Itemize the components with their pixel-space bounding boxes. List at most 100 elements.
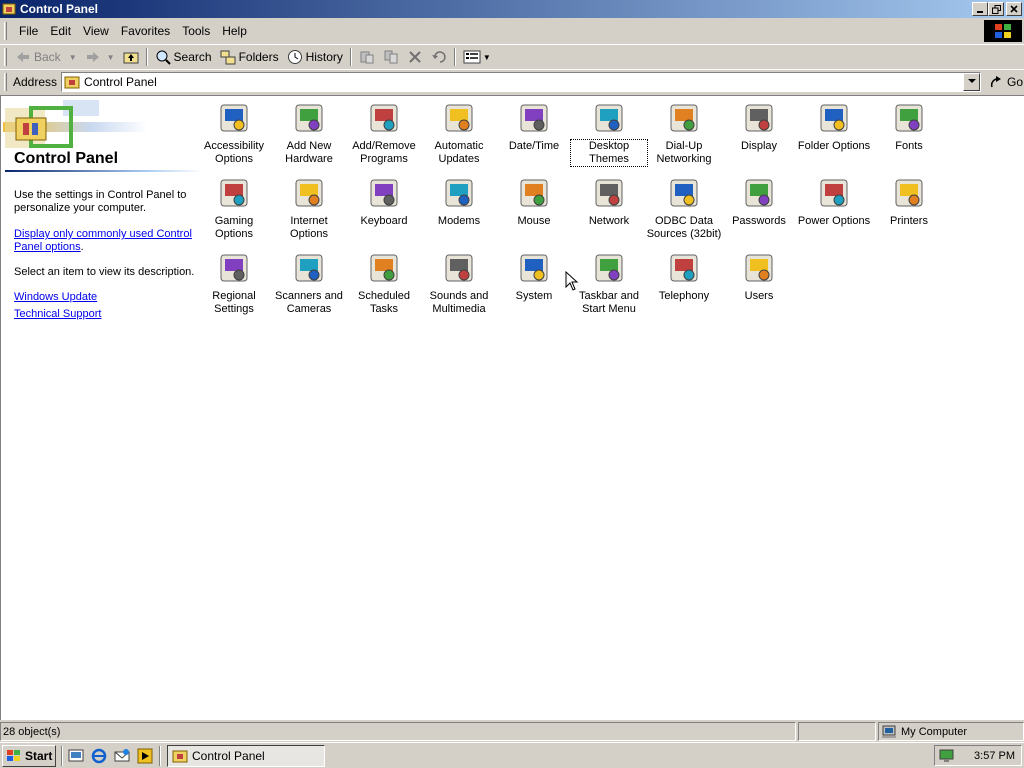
media-player-icon [137,748,153,763]
title-bar[interactable]: Control Panel [0,0,1024,18]
cp-item-label: Keyboard [360,215,408,227]
cp-item-gaming-options[interactable]: Gaming Options [196,176,272,241]
minimize-button[interactable] [972,2,988,16]
common-options-link[interactable]: Display only commonly used Control Panel… [14,228,192,253]
toolbar-separator [453,48,456,66]
windows-flag-icon [995,24,1011,38]
cp-item-desktop-themes[interactable]: Desktop Themes [570,101,648,167]
cp-item-label: Add/Remove Programs [352,140,416,165]
cp-item-users[interactable]: Users [721,251,797,303]
move-to-button[interactable] [355,46,379,68]
forward-dropdown-icon[interactable]: ▼ [107,53,115,62]
menu-edit[interactable]: Edit [44,24,77,38]
gaming-options-icon [220,179,248,207]
pane-divider [5,170,203,172]
menubar-grip[interactable] [4,22,7,40]
toolbar-grip[interactable] [4,48,7,66]
display-icon [745,104,773,132]
start-button[interactable]: Start [2,744,56,767]
cp-item-internet-options[interactable]: Internet Options [271,176,347,241]
cp-item-system[interactable]: System [496,251,572,303]
technical-support-link[interactable]: Technical Support [14,308,101,321]
windows-update-link[interactable]: Windows Update [14,291,97,304]
cp-item-power-options[interactable]: Power Options [796,176,872,228]
undo-button[interactable] [427,46,451,68]
cp-item-fonts[interactable]: Fonts [871,101,947,153]
menu-file[interactable]: File [13,24,44,38]
cp-item-dialup-networking[interactable]: Dial-Up Networking [646,101,722,166]
control-panel-icon [2,3,16,15]
cp-item-label: Passwords [732,215,786,227]
search-button[interactable]: Search [151,46,216,68]
restore-button[interactable] [988,2,1004,16]
cp-item-sounds-multimedia[interactable]: Sounds and Multimedia [421,251,497,316]
cp-item-automatic-updates[interactable]: Automatic Updates [421,101,497,166]
cp-item-label: Printers [890,215,928,227]
copy-to-button[interactable] [379,46,403,68]
go-arrow-icon [990,75,1002,87]
taskbar-separator [159,745,161,766]
menu-favorites[interactable]: Favorites [115,24,176,38]
cp-item-label: Add New Hardware [285,140,333,165]
close-button[interactable] [1006,2,1022,16]
address-field[interactable]: Control Panel [61,71,982,92]
cp-item-regional-settings[interactable]: Regional Settings [196,251,272,316]
address-dropdown-button[interactable] [963,72,981,91]
history-button[interactable]: History [283,46,347,68]
folder-options-icon [820,104,848,132]
cp-item-printers[interactable]: Printers [871,176,947,228]
forward-button[interactable]: ▼ [81,46,119,68]
my-computer-icon [882,725,896,738]
search-icon [156,50,171,65]
menu-tools[interactable]: Tools [176,24,216,38]
address-value: Control Panel [84,74,157,89]
address-grip[interactable] [4,72,7,91]
cp-item-keyboard[interactable]: Keyboard [346,176,422,228]
cp-item-label: Mouse [517,215,551,227]
toolbar-separator [349,48,352,66]
cp-item-scanners-cameras[interactable]: Scanners and Cameras [271,251,347,316]
cp-item-date-time[interactable]: Date/Time [496,101,572,153]
cp-item-odbc[interactable]: ODBC Data Sources (32bit) [646,176,722,241]
back-button[interactable]: Back ▼ [11,46,81,68]
back-dropdown-icon[interactable]: ▼ [69,53,77,62]
cp-item-folder-options[interactable]: Folder Options [796,101,872,153]
delete-button[interactable] [403,46,427,68]
clock[interactable]: 3:57 PM [974,750,1015,762]
cp-item-display[interactable]: Display [721,101,797,153]
menu-help[interactable]: Help [216,24,253,38]
cp-item-label: Taskbar and Start Menu [579,290,639,315]
quicklaunch-show-desktop[interactable] [66,746,86,766]
info-pane: Control Panel Use the settings in Contro… [1,96,203,336]
odbc-icon [670,179,698,207]
cp-item-add-hardware[interactable]: Add New Hardware [271,101,347,166]
taskbar-button-control-panel[interactable]: Control Panel [167,744,325,767]
views-button[interactable]: ▼ [459,46,495,68]
address-bar: Address Control Panel Go [0,69,1024,93]
chevron-down-icon [967,79,976,83]
status-object-count: 28 object(s) [0,722,796,741]
cp-item-mouse[interactable]: Mouse [496,176,572,228]
cp-item-accessibility[interactable]: Accessibility Options [196,101,272,166]
cp-item-taskbar-start-menu[interactable]: Taskbar and Start Menu [571,251,647,316]
pane-description: Use the settings in Control Panel to per… [14,189,187,214]
menu-view[interactable]: View [77,24,115,38]
cp-item-passwords[interactable]: Passwords [721,176,797,228]
quicklaunch-media-player[interactable] [135,746,155,766]
go-button[interactable]: Go [989,75,1023,89]
up-button[interactable] [119,46,143,68]
cp-item-modems[interactable]: Modems [421,176,497,228]
views-dropdown-icon[interactable]: ▼ [483,53,491,62]
cp-item-add-remove-programs[interactable]: Add/Remove Programs [346,101,422,166]
taskbar-start-menu-icon [595,254,623,282]
network-status-icon[interactable] [939,749,955,763]
cp-item-network[interactable]: Network [571,176,647,228]
cp-item-label: Power Options [797,215,871,227]
cp-item-telephony[interactable]: Telephony [646,251,722,303]
folders-icon [220,50,236,65]
quicklaunch-outlook-express[interactable] [112,746,132,766]
cp-item-scheduled-tasks[interactable]: Scheduled Tasks [346,251,422,316]
cp-item-label: Folder Options [797,140,871,152]
folders-button[interactable]: Folders [216,46,283,68]
quicklaunch-internet-explorer[interactable] [89,746,109,766]
